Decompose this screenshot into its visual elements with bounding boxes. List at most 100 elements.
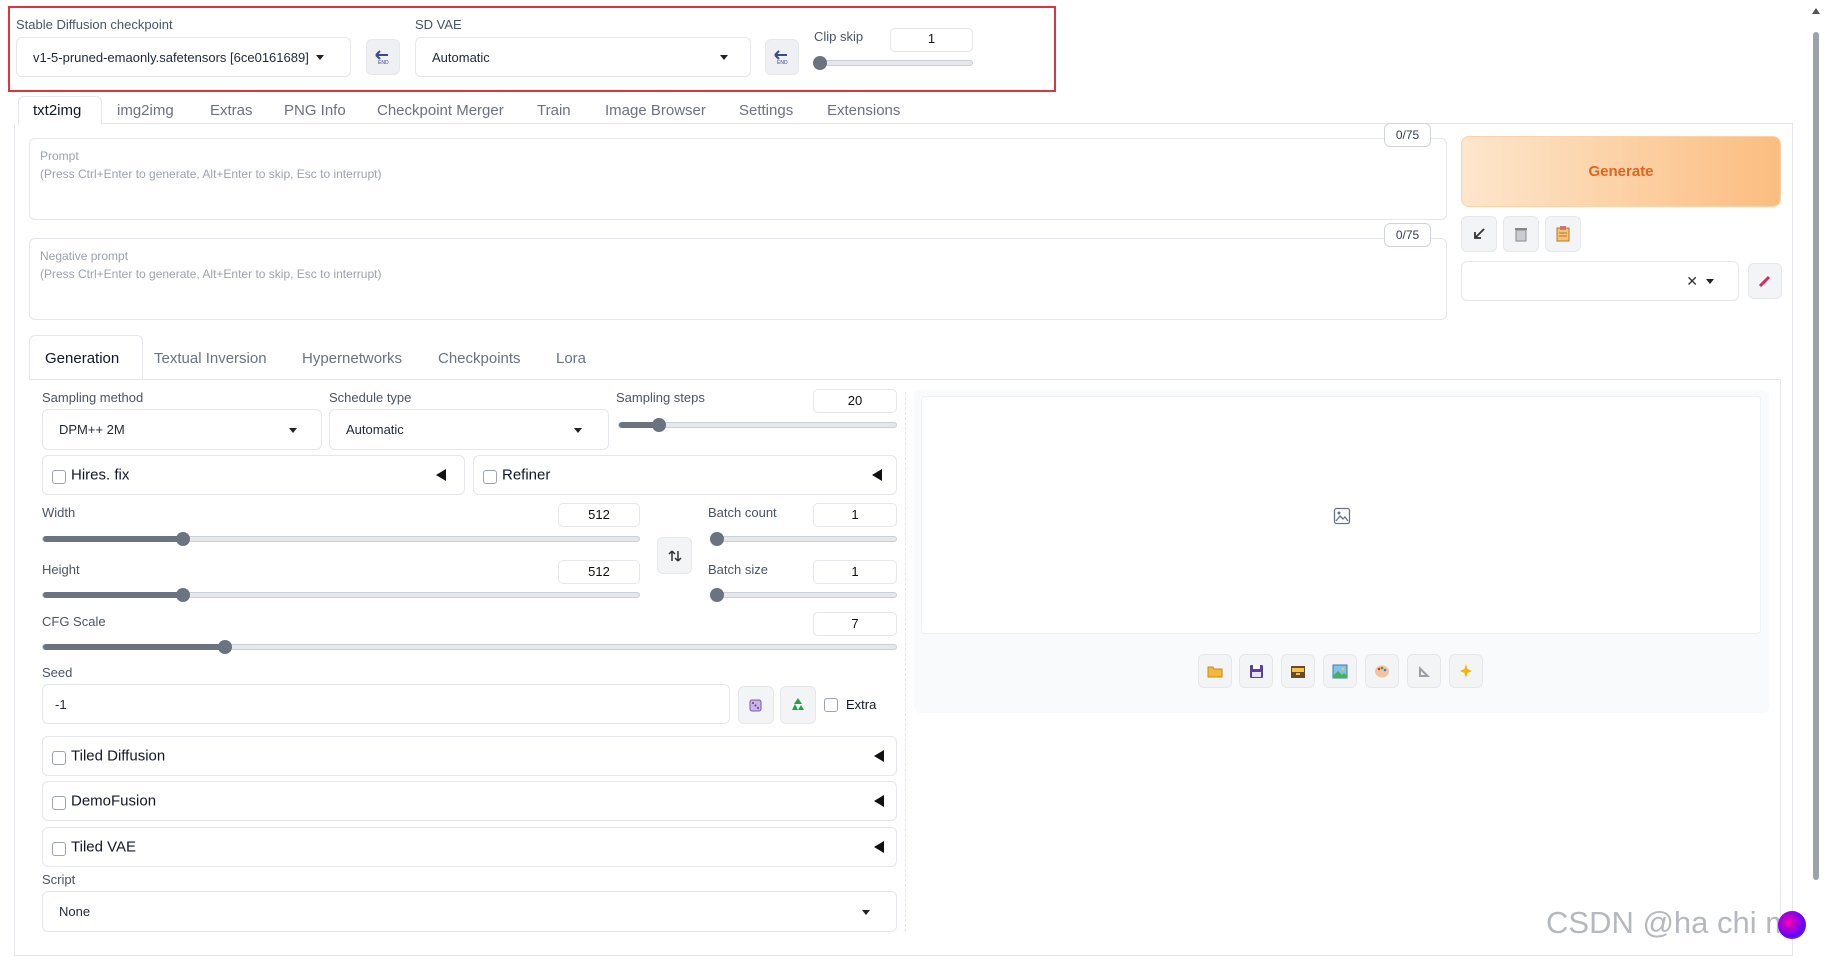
generate-button[interactable]: Generate: [1461, 136, 1781, 207]
cfg-scale-slider[interactable]: [42, 640, 897, 654]
tiled-diffusion-accordion[interactable]: Tiled Diffusion: [42, 736, 897, 776]
refresh-vae-button[interactable]: END: [765, 39, 799, 75]
tab-checkpoint-merger[interactable]: Checkpoint Merger: [377, 102, 504, 119]
send-to-img2img-button[interactable]: [1323, 654, 1357, 688]
batch-count-input[interactable]: 1: [813, 503, 897, 527]
prompt-textarea[interactable]: Prompt (Press Ctrl+Enter to generate, Al…: [29, 138, 1447, 220]
send-to-extras-button[interactable]: [1407, 654, 1441, 688]
cfg-scale-input[interactable]: 7: [813, 612, 897, 636]
schedule-type-dropdown[interactable]: Automatic: [329, 409, 609, 450]
negative-prompt-token-counter: 0/75: [1384, 223, 1431, 247]
refiner-accordion[interactable]: Refiner: [473, 455, 897, 495]
tab-png-info[interactable]: PNG Info: [284, 102, 346, 119]
slider-thumb[interactable]: [652, 418, 666, 432]
negative-prompt-textarea[interactable]: Negative prompt (Press Ctrl+Enter to gen…: [29, 238, 1447, 320]
cfg-scale-label: CFG Scale: [42, 614, 106, 629]
svg-text:END: END: [777, 60, 788, 65]
apply-styles-button[interactable]: [1545, 216, 1581, 252]
collapse-arrow-icon[interactable]: [874, 841, 884, 853]
width-slider[interactable]: [42, 532, 640, 546]
hires-fix-label: Hires. fix: [71, 466, 130, 484]
batch-size-slider[interactable]: [710, 588, 897, 602]
open-folder-button[interactable]: [1198, 654, 1232, 688]
send-to-inpaint-button[interactable]: [1365, 654, 1399, 688]
sampling-steps-slider[interactable]: [618, 418, 897, 432]
sparkle-button[interactable]: [1449, 654, 1483, 688]
hires-fix-accordion[interactable]: Hires. fix: [42, 455, 465, 495]
styles-dropdown[interactable]: ✕: [1461, 261, 1739, 301]
script-dropdown[interactable]: None: [42, 891, 897, 932]
tab-lora[interactable]: Lora: [556, 350, 586, 367]
tiled-vae-checkbox[interactable]: [52, 842, 66, 856]
prompt-hint: (Press Ctrl+Enter to generate, Alt+Enter…: [40, 167, 382, 181]
prompt-token-counter: 0/75: [1384, 123, 1431, 147]
slider-thumb[interactable]: [710, 532, 724, 546]
swap-dimensions-button[interactable]: [657, 537, 692, 574]
tab-hypernetworks[interactable]: Hypernetworks: [302, 350, 402, 367]
checkpoint-value: v1-5-pruned-emaonly.safetensors [6ce0161…: [33, 49, 309, 65]
floating-assistant-icon[interactable]: [1778, 911, 1806, 939]
slider-thumb[interactable]: [176, 588, 190, 602]
width-input[interactable]: 512: [558, 503, 640, 527]
tab-textual-inversion[interactable]: Textual Inversion: [154, 350, 267, 367]
reuse-seed-button[interactable]: [780, 686, 816, 724]
collapse-arrow-icon[interactable]: [874, 795, 884, 807]
scrollbar-thumb[interactable]: [1813, 32, 1819, 880]
output-gallery: [921, 396, 1761, 634]
tab-image-browser[interactable]: Image Browser: [605, 102, 706, 119]
demofusion-checkbox[interactable]: [52, 796, 66, 810]
checkpoint-dropdown[interactable]: v1-5-pruned-emaonly.safetensors [6ce0161…: [16, 37, 351, 77]
demofusion-label: DemoFusion: [71, 792, 157, 810]
recycle-icon: [792, 698, 804, 710]
refresh-icon: END: [375, 50, 389, 65]
batch-count-slider[interactable]: [710, 532, 897, 546]
scrollbar-track[interactable]: [1812, 18, 1820, 880]
refiner-checkbox[interactable]: [483, 470, 497, 484]
tab-extras[interactable]: Extras: [210, 102, 253, 119]
slider-fill: [43, 536, 183, 542]
edit-styles-button[interactable]: [1748, 263, 1782, 299]
clear-prompt-button[interactable]: [1503, 216, 1539, 252]
clip-skip-input[interactable]: 1: [890, 28, 973, 52]
sampling-method-dropdown[interactable]: DPM++ 2M: [42, 409, 322, 450]
batch-size-input[interactable]: 1: [813, 560, 897, 584]
clipboard-icon: [1556, 226, 1570, 242]
tab-checkpoints[interactable]: Checkpoints: [438, 350, 521, 367]
demofusion-accordion[interactable]: DemoFusion: [42, 781, 897, 821]
seed-input[interactable]: -1: [42, 684, 730, 724]
extra-checkbox[interactable]: [824, 698, 838, 712]
tab-settings[interactable]: Settings: [739, 102, 793, 119]
clear-icon[interactable]: ✕: [1686, 273, 1698, 290]
collapse-arrow-icon[interactable]: [436, 469, 446, 481]
slider-thumb[interactable]: [218, 640, 232, 654]
tiled-diffusion-checkbox[interactable]: [52, 751, 66, 765]
tab-txt2img-label[interactable]: txt2img: [33, 102, 81, 119]
refresh-checkpoint-button[interactable]: END: [366, 39, 400, 75]
collapse-arrow-icon[interactable]: [872, 469, 882, 481]
sparkles-icon: [1460, 664, 1472, 678]
height-slider[interactable]: [42, 588, 640, 602]
tab-generation-label[interactable]: Generation: [45, 350, 119, 367]
tiled-vae-accordion[interactable]: Tiled VAE: [42, 827, 897, 867]
tab-extensions[interactable]: Extensions: [827, 102, 900, 119]
chevron-down-icon: [289, 427, 297, 433]
sampling-steps-input[interactable]: 20: [813, 389, 897, 413]
height-input[interactable]: 512: [558, 560, 640, 584]
scroll-up-arrow-icon[interactable]: [1812, 8, 1820, 14]
save-button[interactable]: [1239, 654, 1273, 688]
vae-dropdown[interactable]: Automatic: [415, 37, 751, 77]
collapse-arrow-icon[interactable]: [874, 750, 884, 762]
hires-fix-checkbox[interactable]: [52, 470, 66, 484]
tab-img2img[interactable]: img2img: [117, 102, 174, 119]
zip-button[interactable]: [1281, 654, 1315, 688]
slider-thumb[interactable]: [813, 56, 827, 70]
slider-thumb[interactable]: [710, 588, 724, 602]
read-params-button[interactable]: [1461, 216, 1497, 252]
clip-skip-label: Clip skip: [814, 29, 864, 44]
slider-thumb[interactable]: [176, 532, 190, 546]
random-seed-button[interactable]: [738, 686, 774, 724]
clip-skip-slider[interactable]: [813, 56, 973, 70]
trash-icon: [1515, 228, 1527, 242]
tab-train[interactable]: Train: [537, 102, 571, 119]
refiner-label: Refiner: [502, 466, 551, 484]
